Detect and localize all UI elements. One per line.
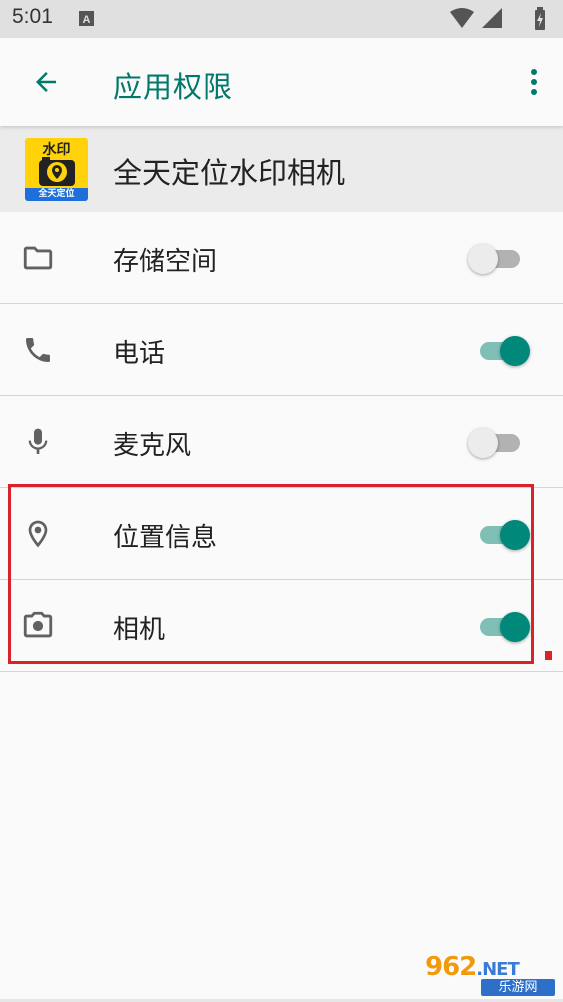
svg-text:A: A xyxy=(83,14,91,26)
status-icons xyxy=(448,6,553,32)
camera-pin-icon xyxy=(39,157,75,186)
watermark-number: 962 xyxy=(425,952,477,982)
more-vert-icon xyxy=(531,69,537,95)
watermark-suffix: .NET xyxy=(476,959,519,980)
permission-toggle[interactable] xyxy=(466,335,532,366)
permission-row-microphone[interactable]: 麦克风 xyxy=(0,396,563,488)
permission-row-storage[interactable]: 存储空间 xyxy=(0,212,563,304)
permission-toggle[interactable] xyxy=(466,611,532,642)
app-icon: 水印 全天定位 xyxy=(25,138,88,201)
permission-row-phone[interactable]: 电话 xyxy=(0,304,563,396)
permission-row-location[interactable]: 位置信息 xyxy=(0,488,563,580)
wifi-icon xyxy=(450,8,474,28)
permission-toggle[interactable] xyxy=(466,427,532,458)
switch-thumb xyxy=(468,428,498,458)
permission-label: 相机 xyxy=(113,615,166,645)
permission-label: 位置信息 xyxy=(113,523,218,553)
back-button[interactable] xyxy=(24,60,68,104)
permission-row-camera[interactable]: 相机 xyxy=(0,580,563,672)
status-bar: 5:01 A xyxy=(0,0,563,38)
switch-thumb xyxy=(500,520,530,550)
folder-icon xyxy=(23,246,53,270)
permission-label: 麦克风 xyxy=(113,431,192,461)
switch-thumb xyxy=(468,244,498,274)
camera-icon xyxy=(23,611,53,638)
app-icon-bottom-text: 全天定位 xyxy=(25,188,88,201)
location-pin-icon xyxy=(28,520,48,548)
arrow-back-icon xyxy=(36,72,56,92)
status-time: 5:01 xyxy=(12,5,53,28)
permission-label: 电话 xyxy=(113,339,166,369)
watermark-logo: 962.NET 乐游网 xyxy=(425,952,555,996)
permission-list: 存储空间 电话 麦克风 位置信息 相机 xyxy=(0,212,563,672)
permission-toggle[interactable] xyxy=(466,519,532,550)
microphone-icon xyxy=(28,428,48,454)
switch-thumb xyxy=(500,612,530,642)
permission-toggle[interactable] xyxy=(466,243,532,274)
battery-charging-icon xyxy=(535,7,545,30)
watermark-subtitle: 乐游网 xyxy=(481,979,555,996)
more-options-button[interactable] xyxy=(519,60,549,104)
app-name: 全天定位水印相机 xyxy=(113,156,346,190)
app-bar: 应用权限 xyxy=(0,38,563,126)
page-title: 应用权限 xyxy=(113,70,234,104)
highlight-mark xyxy=(545,651,552,660)
phone-icon xyxy=(26,338,50,362)
screen: 5:01 A 应用权限 水印 全天定位 全天定位水印相机 存储空间 电话 麦克风… xyxy=(0,0,563,1002)
app-info-header: 水印 全天定位 全天定位水印相机 xyxy=(0,126,563,212)
cell-signal-icon xyxy=(482,8,502,28)
permission-label: 存储空间 xyxy=(113,247,218,277)
switch-thumb xyxy=(500,336,530,366)
notification-a-icon: A xyxy=(79,11,94,26)
